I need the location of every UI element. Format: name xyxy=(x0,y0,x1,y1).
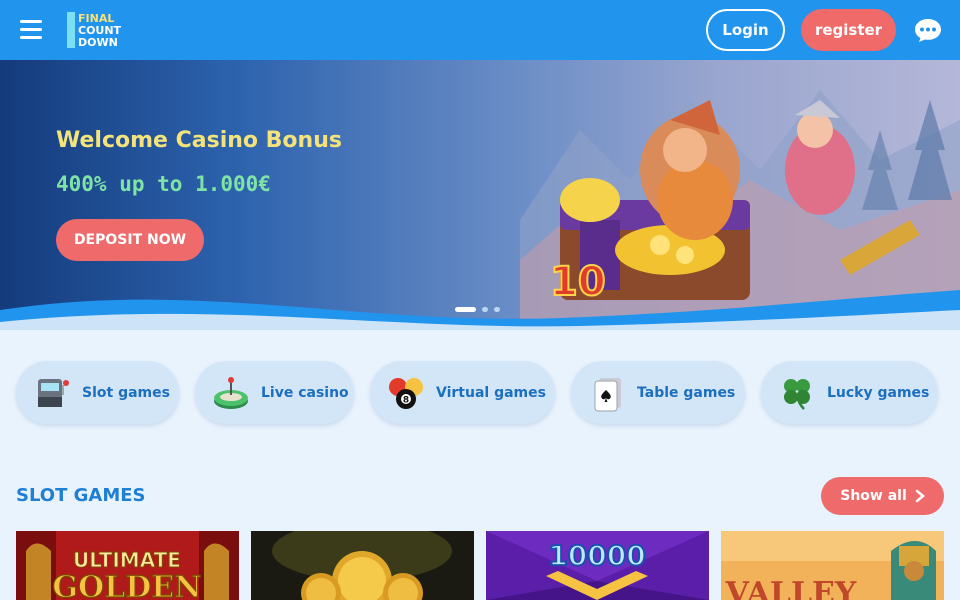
category-label: Live casino xyxy=(261,384,349,401)
category-lucky-games[interactable]: Lucky games xyxy=(761,361,938,424)
top-header: FINAL COUNT DOWN Login register xyxy=(0,0,960,60)
carousel-dot-2[interactable] xyxy=(482,307,488,312)
billiard-ball-icon: 8 xyxy=(384,371,428,415)
show-all-button[interactable]: Show all xyxy=(821,477,944,515)
game-thumbnail: VALLEY xyxy=(721,531,944,600)
section-title: SLOT GAMES xyxy=(16,485,146,506)
clover-icon xyxy=(775,371,819,415)
tile-title: VALLEY xyxy=(725,576,857,600)
playing-card-icon xyxy=(585,371,629,415)
game-tile-ultimate-golden[interactable]: ULTIMATE GOLDEN xyxy=(16,531,239,600)
category-label: Lucky games xyxy=(827,384,930,401)
game-tile-valley[interactable]: VALLEY xyxy=(721,531,944,600)
banner-title: Welcome Casino Bonus xyxy=(56,128,342,153)
show-all-label: Show all xyxy=(840,488,907,504)
carousel-dots xyxy=(455,307,500,313)
banner-wave-edge xyxy=(0,290,960,330)
roulette-table-icon xyxy=(209,371,253,415)
game-tile-10000[interactable]: 10000 xyxy=(486,531,709,600)
game-thumbnail xyxy=(251,531,474,600)
tile-title-line-2: GOLDEN xyxy=(52,570,201,600)
svg-text:8: 8 xyxy=(403,395,409,405)
register-button[interactable]: register xyxy=(801,9,896,51)
carousel-dot-1[interactable] xyxy=(455,307,476,312)
chevron-right-icon xyxy=(915,489,925,503)
category-virtual-games[interactable]: 8 Virtual games xyxy=(370,361,555,424)
deposit-now-button[interactable]: DEPOSIT NOW xyxy=(56,219,204,261)
game-thumbnail: 10000 xyxy=(486,531,709,600)
carousel-dot-3[interactable] xyxy=(494,307,500,312)
game-tile-gold-coins[interactable] xyxy=(251,531,474,600)
login-button[interactable]: Login xyxy=(706,9,785,51)
chat-bubble-icon[interactable] xyxy=(914,17,942,43)
tile-title: 10000 xyxy=(548,539,645,572)
category-label: Slot games xyxy=(82,384,170,401)
category-slot-games[interactable]: Slot games xyxy=(16,361,179,424)
category-label: Virtual games xyxy=(436,384,546,401)
game-thumbnail: ULTIMATE GOLDEN xyxy=(16,531,239,600)
slot-machine-icon xyxy=(30,371,74,415)
category-label: Table games xyxy=(637,384,736,401)
promo-banner[interactable]: 10 Welcome Casino Bonus 400% up to 1.000… xyxy=(0,60,960,330)
category-table-games[interactable]: Table games xyxy=(571,361,745,424)
banner-subtitle: 400% up to 1.000€ xyxy=(56,172,271,196)
logo-line-3: DOWN xyxy=(78,36,118,49)
hamburger-menu-icon[interactable] xyxy=(20,20,44,40)
tile-title-line-1: ULTIMATE xyxy=(73,548,181,572)
category-live-casino[interactable]: Live casino xyxy=(195,361,354,424)
final-countdown-logo[interactable]: FINAL COUNT DOWN xyxy=(66,10,138,50)
